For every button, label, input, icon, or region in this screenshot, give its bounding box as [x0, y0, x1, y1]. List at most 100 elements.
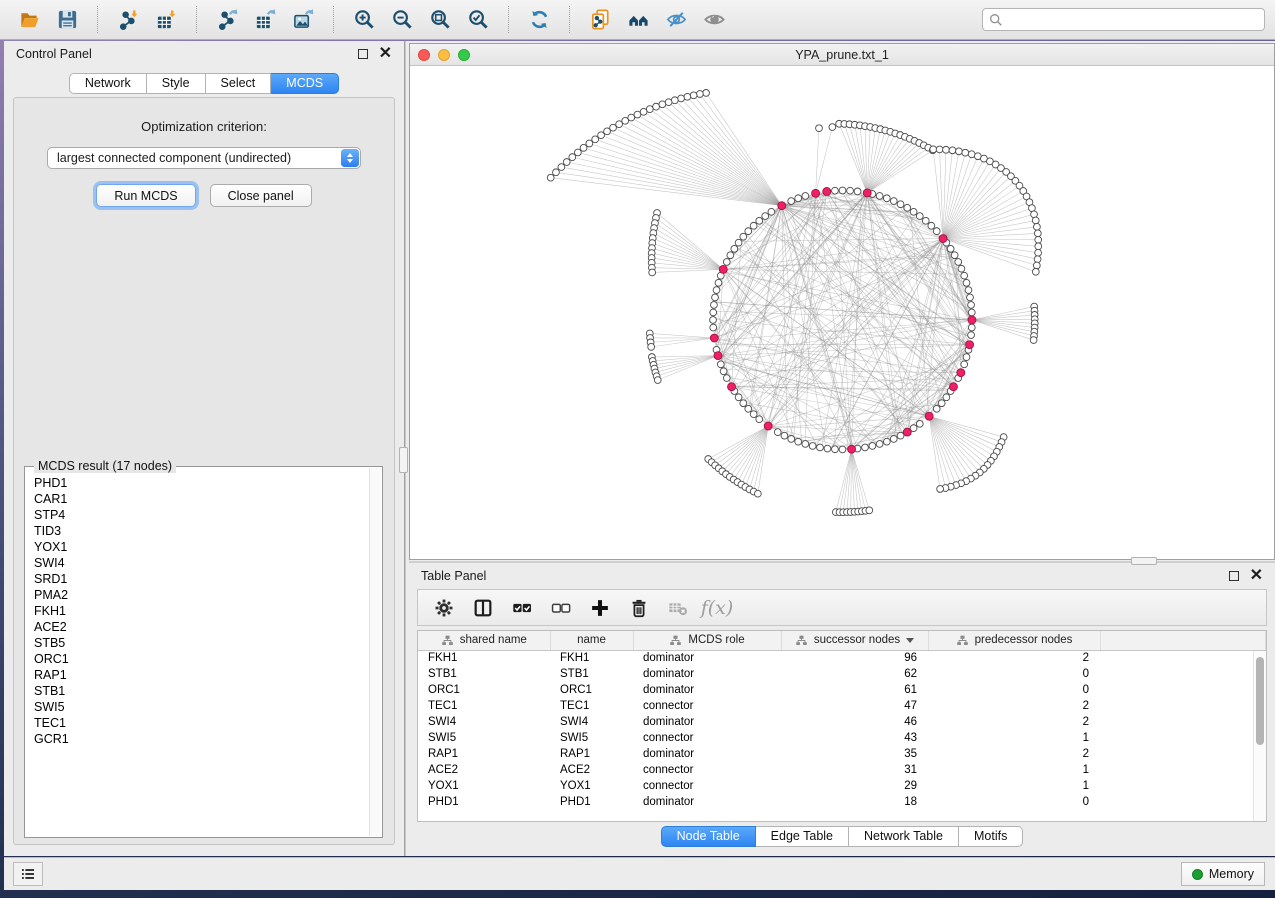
save-session-button[interactable] — [48, 4, 86, 36]
mcds-result-item[interactable]: STB5 — [34, 635, 368, 651]
network-node[interactable] — [715, 279, 722, 286]
table-cell[interactable]: ACE2 — [550, 762, 633, 778]
network-node[interactable] — [711, 302, 718, 309]
network-node[interactable] — [943, 394, 950, 401]
network-node[interactable] — [937, 486, 944, 493]
table-cell[interactable]: TEC1 — [550, 698, 633, 714]
network-node[interactable] — [802, 441, 809, 448]
network-node[interactable] — [768, 208, 775, 215]
network-node[interactable] — [809, 443, 816, 450]
mcds-result-item[interactable]: FKH1 — [34, 603, 368, 619]
network-node[interactable] — [696, 91, 703, 98]
table-row[interactable]: FKH1FKH1dominator962 — [418, 650, 1266, 666]
network-node[interactable] — [735, 394, 742, 401]
network-node[interactable] — [1033, 262, 1040, 269]
network-node[interactable] — [1032, 268, 1039, 275]
tab-mcds[interactable]: MCDS — [271, 73, 339, 94]
table-cell[interactable]: connector — [633, 698, 781, 714]
network-hub-node[interactable] — [812, 189, 820, 197]
table-row[interactable]: YOX1YOX1connector291 — [418, 778, 1266, 794]
network-node[interactable] — [598, 132, 605, 139]
network-node[interactable] — [774, 429, 781, 436]
table-cell[interactable]: 2 — [928, 714, 1100, 730]
table-cell[interactable]: 43 — [781, 730, 928, 746]
network-node[interactable] — [671, 97, 678, 104]
table-row[interactable]: STB1STB1dominator620 — [418, 666, 1266, 682]
network-node[interactable] — [717, 361, 724, 368]
network-node[interactable] — [938, 400, 945, 407]
table-cell[interactable]: connector — [633, 762, 781, 778]
network-node[interactable] — [569, 154, 576, 161]
network-node[interactable] — [604, 128, 611, 135]
show-overview-button[interactable] — [695, 4, 733, 36]
table-cell[interactable]: STB1 — [418, 666, 550, 682]
table-cell[interactable]: TEC1 — [418, 698, 550, 714]
network-hub-node[interactable] — [848, 445, 856, 453]
task-history-button[interactable] — [13, 862, 43, 886]
network-node[interactable] — [795, 195, 802, 202]
mcds-result-item[interactable]: SWI4 — [34, 555, 368, 571]
add-row-button[interactable] — [582, 593, 618, 623]
import-network-button[interactable] — [109, 4, 147, 36]
mcds-result-item[interactable]: YOX1 — [34, 539, 368, 555]
table-cell[interactable]: connector — [633, 730, 781, 746]
network-node[interactable] — [684, 93, 691, 100]
network-node[interactable] — [963, 354, 970, 361]
table-cell[interactable]: 1 — [928, 730, 1100, 746]
network-node[interactable] — [933, 228, 940, 235]
table-tab-motifs[interactable]: Motifs — [959, 826, 1023, 847]
network-node[interactable] — [839, 446, 846, 453]
network-node[interactable] — [890, 198, 897, 205]
table-scrollbar[interactable] — [1253, 651, 1266, 821]
mcds-result-item[interactable]: GCR1 — [34, 731, 368, 747]
network-canvas[interactable] — [410, 66, 1274, 559]
mcds-result-item[interactable]: PMA2 — [34, 587, 368, 603]
network-node[interactable] — [653, 103, 660, 110]
table-tab-edge-table[interactable]: Edge Table — [756, 826, 849, 847]
mcds-result-item[interactable]: PHD1 — [34, 475, 368, 491]
network-node[interactable] — [1035, 243, 1042, 250]
network-node[interactable] — [1031, 211, 1038, 218]
network-node[interactable] — [710, 324, 717, 331]
network-node[interactable] — [829, 124, 836, 131]
network-node[interactable] — [648, 343, 655, 350]
search-input[interactable] — [1008, 12, 1258, 28]
table-cell[interactable]: FKH1 — [550, 650, 633, 666]
zoom-in-button[interactable] — [345, 4, 383, 36]
mcds-result-item[interactable]: CAR1 — [34, 491, 368, 507]
toggle-columns-button[interactable] — [465, 593, 501, 623]
column-header-successor-nodes[interactable]: successor nodes — [781, 631, 928, 650]
network-node[interactable] — [916, 420, 923, 427]
network-node[interactable] — [922, 217, 929, 224]
hide-graphics-details-button[interactable] — [657, 4, 695, 36]
network-node[interactable] — [933, 405, 940, 412]
mcds-result-item[interactable]: TEC1 — [34, 715, 368, 731]
network-node[interactable] — [824, 445, 831, 452]
network-node[interactable] — [586, 140, 593, 147]
table-cell[interactable]: STB1 — [550, 666, 633, 682]
mcds-result-item[interactable]: STP4 — [34, 507, 368, 523]
open-file-button[interactable] — [10, 4, 48, 36]
network-node[interactable] — [968, 324, 975, 331]
network-node[interactable] — [558, 164, 565, 171]
table-row[interactable]: TEC1TEC1connector472 — [418, 698, 1266, 714]
network-node[interactable] — [968, 332, 975, 339]
table-cell[interactable]: SWI5 — [550, 730, 633, 746]
close-panel-icon[interactable]: ✕ — [379, 49, 392, 59]
network-node[interactable] — [795, 438, 802, 445]
network-node[interactable] — [1034, 230, 1041, 237]
table-row[interactable]: RAP1RAP1dominator352 — [418, 746, 1266, 762]
table-row[interactable]: SWI4SWI4dominator462 — [418, 714, 1266, 730]
table-cell[interactable]: YOX1 — [550, 778, 633, 794]
clone-network-button[interactable] — [581, 4, 619, 36]
network-node[interactable] — [592, 136, 599, 143]
network-node[interactable] — [703, 90, 710, 97]
table-cell[interactable]: RAP1 — [550, 746, 633, 762]
network-node[interactable] — [962, 149, 969, 156]
network-node[interactable] — [762, 213, 769, 220]
table-cell[interactable]: 29 — [781, 778, 928, 794]
mcds-result-item[interactable]: RAP1 — [34, 667, 368, 683]
vertical-splitter-handle[interactable] — [399, 447, 408, 473]
network-node[interactable] — [649, 269, 656, 276]
network-node[interactable] — [616, 121, 623, 128]
